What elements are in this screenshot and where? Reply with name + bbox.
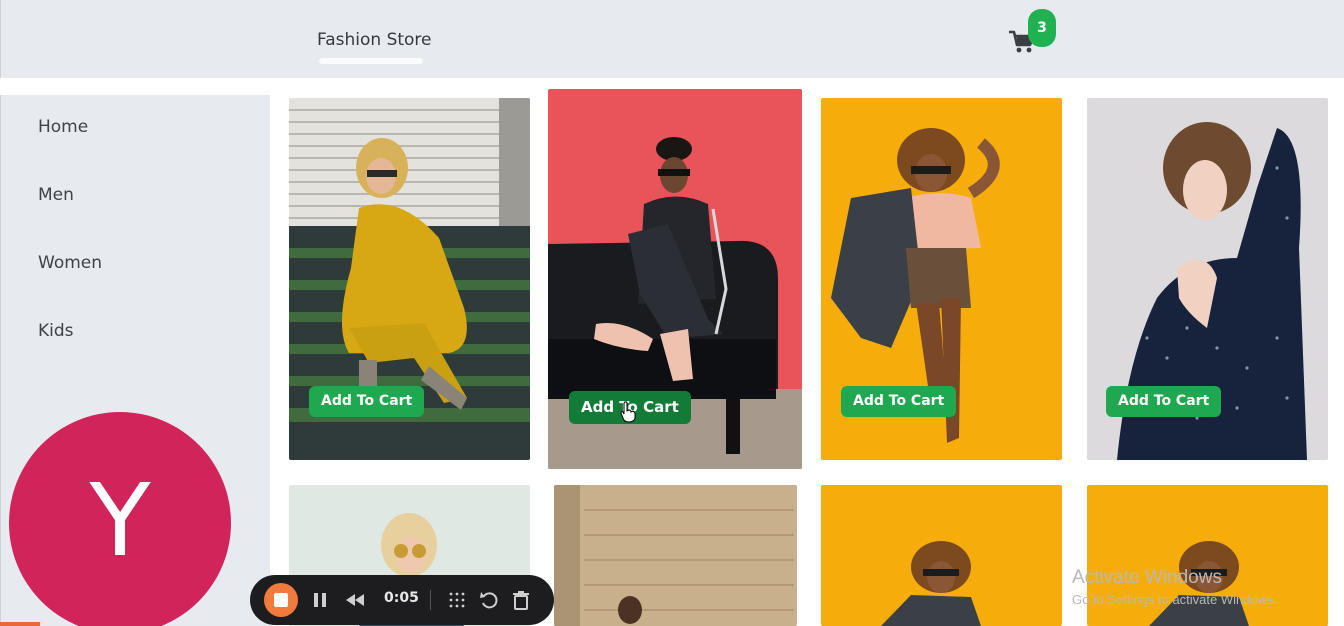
product-card: Add To Cart [1087,98,1328,460]
recorder-logo: Y [9,412,231,626]
add-to-cart-button[interactable]: Add To Cart [1106,386,1222,417]
add-to-cart-button[interactable]: Add To Cart [309,386,425,417]
rewind-icon[interactable] [343,588,367,619]
sidebar-item-men[interactable]: Men [38,185,74,205]
pause-icon[interactable] [308,588,332,619]
product-card [821,485,1062,626]
stop-icon[interactable] [264,583,298,617]
trash-icon[interactable] [509,588,533,619]
cart-count-badge: 3 [1028,9,1056,47]
grid-icon[interactable] [445,588,469,619]
toolbar-divider [430,590,431,610]
product-card: Add To Cart [821,98,1062,460]
recorder-toolbar: 0:05 [250,575,554,625]
product-card [554,485,797,626]
sidebar-item-kids[interactable]: Kids [38,321,74,341]
undo-icon[interactable] [477,588,501,619]
progress-strip [0,622,40,626]
brand-title[interactable]: Fashion Store [317,30,432,50]
windows-activation-watermark: Activate Windows Go to Settings to activ… [1072,567,1277,607]
add-to-cart-button[interactable]: Add To Cart [841,386,957,417]
brand-underline [319,58,423,64]
top-navbar: Fashion Store 3 [0,0,1344,78]
hand-cursor-icon [620,401,636,423]
recording-timer: 0:05 [384,590,419,606]
watermark-subtitle: Go to Settings to activate Windows. [1072,592,1278,607]
product-card: Add To Cart [289,98,530,460]
watermark-title: Activate Windows [1072,567,1222,588]
product-card: Add To Cart [548,89,802,469]
product-image [821,485,1062,626]
app-window: Fashion Store 3 Home Men Women Kids Add … [0,0,1344,626]
recorder-logo-letter: Y [89,462,151,579]
sidebar-item-women[interactable]: Women [38,253,102,273]
product-image [554,485,797,626]
sidebar-item-home[interactable]: Home [38,117,88,137]
